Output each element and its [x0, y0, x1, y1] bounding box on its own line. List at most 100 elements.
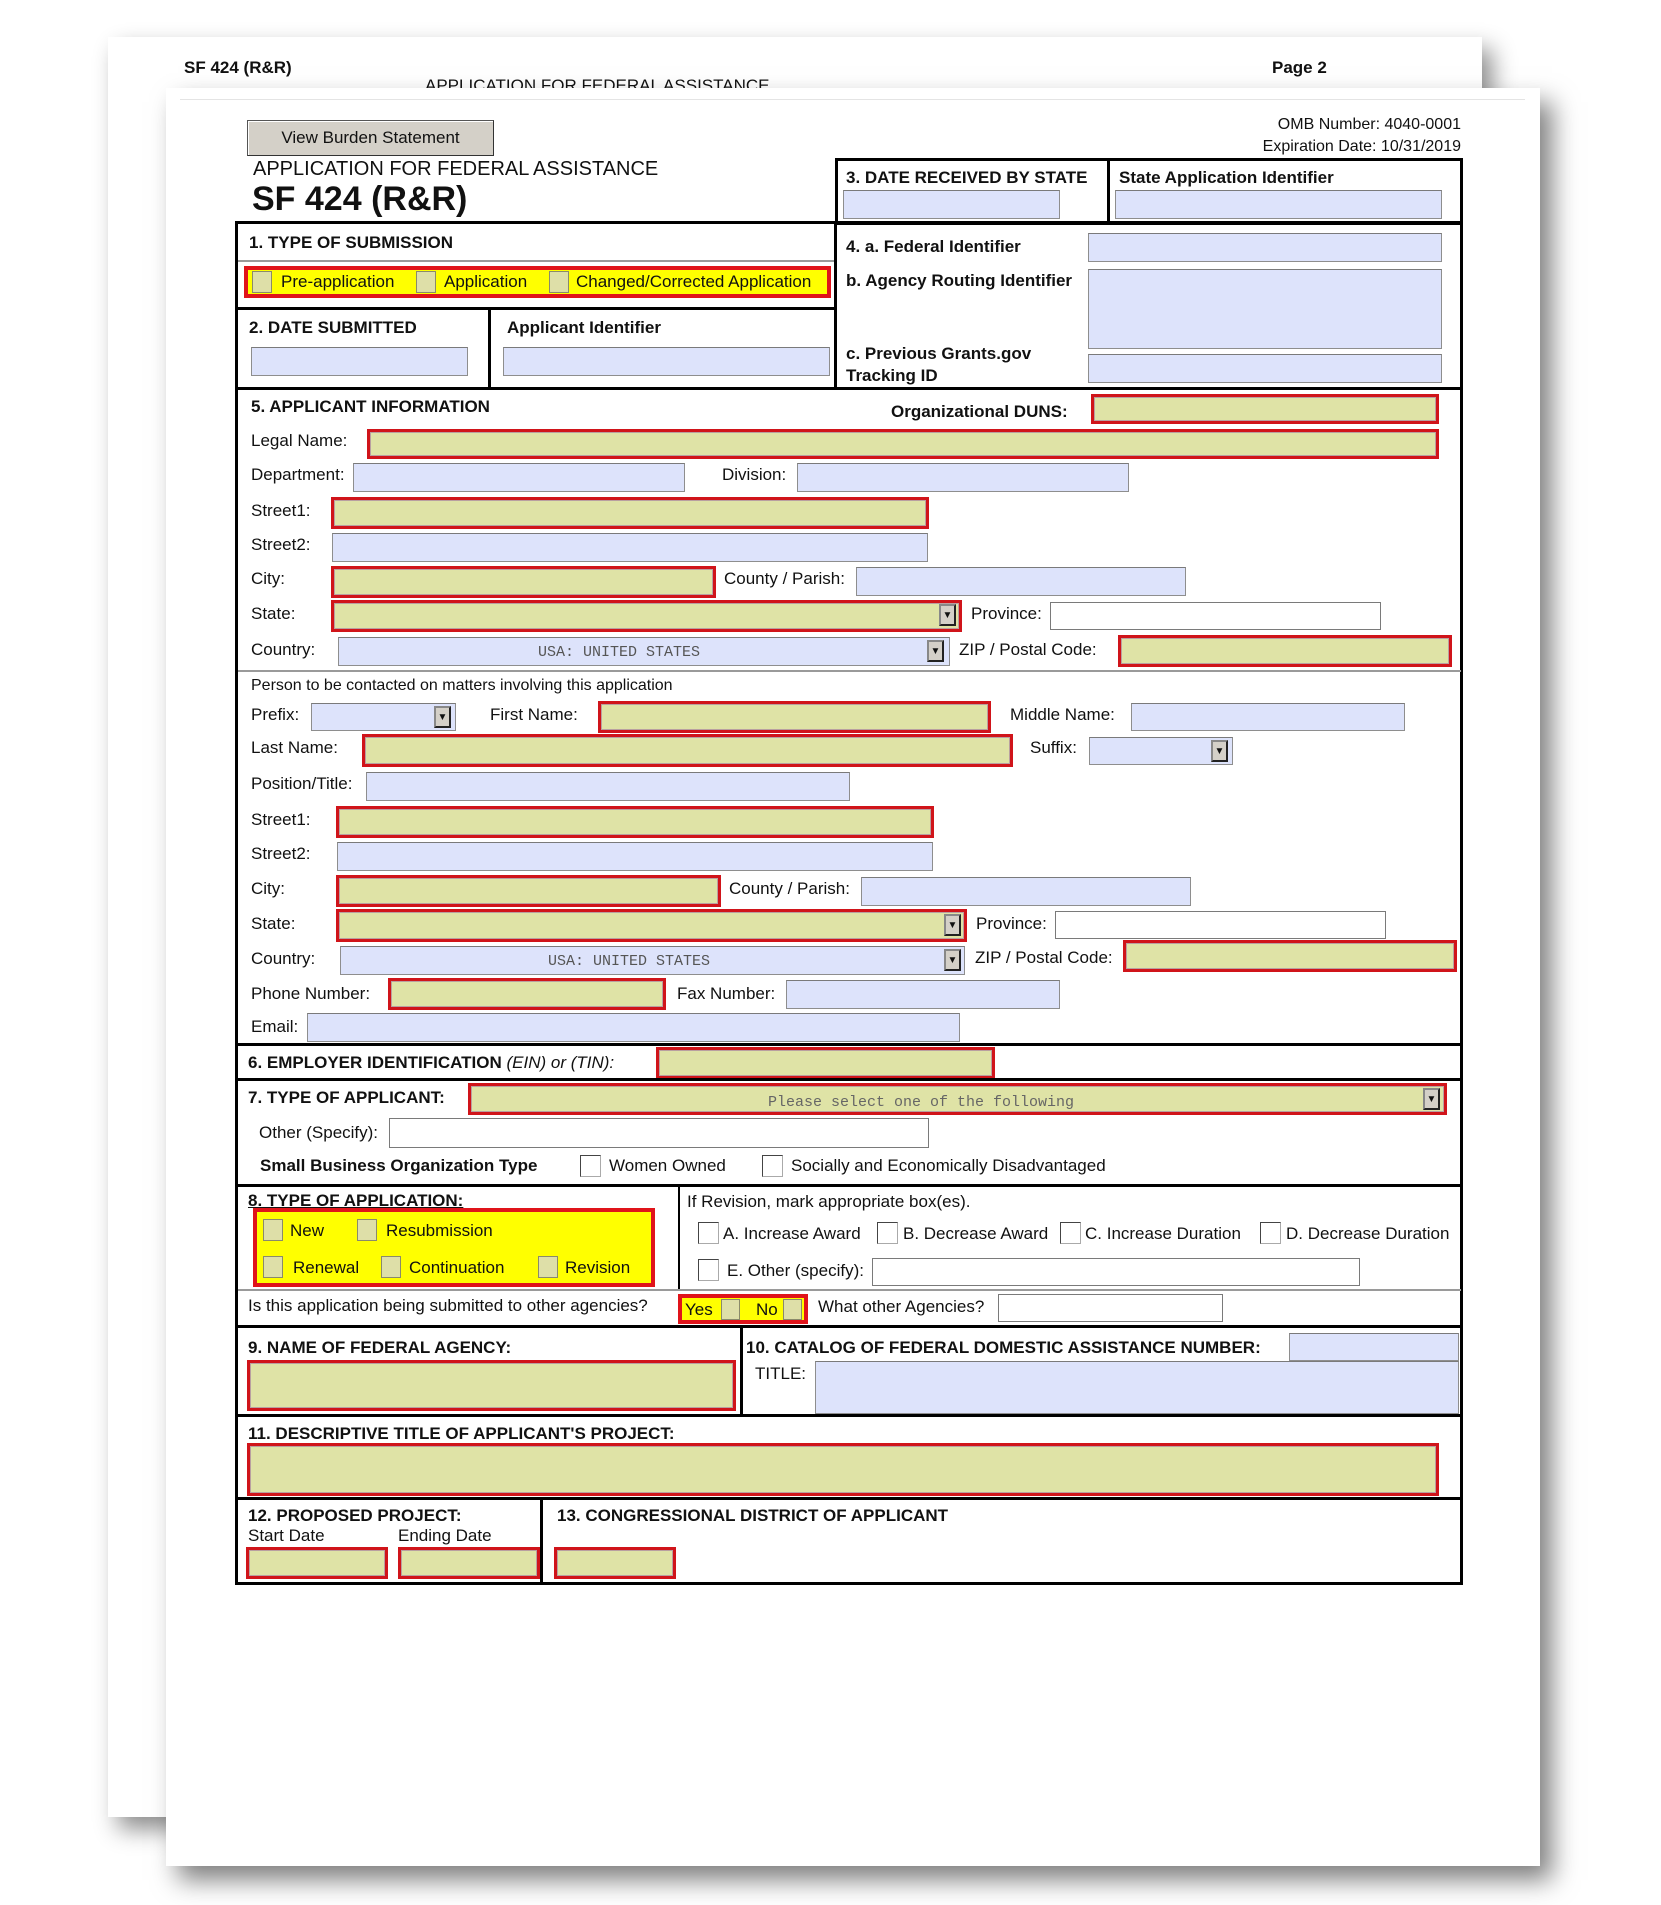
- continuation-checkbox[interactable]: [381, 1256, 401, 1278]
- first-name-field[interactable]: [598, 701, 991, 733]
- suffix-label: Suffix:: [1030, 738, 1077, 757]
- revision-heading: If Revision, mark appropriate box(es).: [687, 1192, 971, 1211]
- duns-field[interactable]: [1091, 394, 1439, 424]
- ein-field[interactable]: [656, 1047, 995, 1079]
- country-value: USA: UNITED STATES: [538, 644, 701, 661]
- section-11-top-rule: [236, 1414, 1463, 1417]
- state-dropdown-arrow-icon[interactable]: ▼: [939, 604, 956, 626]
- prev-tracking-field[interactable]: [1088, 354, 1442, 383]
- contact-county-field[interactable]: [861, 877, 1191, 906]
- suffix-dropdown-arrow-icon[interactable]: ▼: [1211, 740, 1228, 762]
- province-field[interactable]: [1050, 602, 1381, 630]
- state-app-id-label: State Application Identifier: [1119, 168, 1334, 187]
- section-2-divider: [488, 307, 491, 389]
- state-app-id-field[interactable]: [1115, 190, 1442, 219]
- congressional-district-field[interactable]: [554, 1547, 676, 1579]
- legal-name-field[interactable]: [367, 429, 1439, 459]
- increase-award-checkbox[interactable]: [698, 1222, 719, 1244]
- start-date-field[interactable]: [246, 1547, 388, 1579]
- new-checkbox[interactable]: [263, 1219, 283, 1241]
- continuation-label: Continuation: [409, 1258, 505, 1277]
- section-12-13-divider: [540, 1497, 543, 1584]
- contact-country-label: Country:: [251, 949, 316, 968]
- changed-corrected-checkbox[interactable]: [549, 271, 569, 293]
- department-field[interactable]: [353, 463, 685, 492]
- other-revision-checkbox[interactable]: [698, 1259, 719, 1281]
- applicant-type-dropdown-arrow-icon[interactable]: ▼: [1423, 1088, 1440, 1110]
- start-date-label: Start Date: [248, 1526, 325, 1545]
- zip-field[interactable]: [1118, 635, 1452, 667]
- revision-label: Revision: [565, 1258, 631, 1277]
- county-field[interactable]: [856, 567, 1186, 596]
- date-received-label: 3. DATE RECEIVED BY STATE: [846, 168, 1088, 187]
- state-select[interactable]: [331, 600, 962, 632]
- new-label: New: [290, 1221, 325, 1240]
- position-title-label: Position/Title:: [251, 774, 353, 793]
- phone-field[interactable]: [388, 978, 666, 1010]
- contact-city-field[interactable]: [336, 875, 721, 907]
- date-received-field[interactable]: [843, 190, 1060, 219]
- federal-agency-field[interactable]: [247, 1360, 736, 1411]
- other-revision-field[interactable]: [872, 1258, 1360, 1286]
- increase-duration-checkbox[interactable]: [1060, 1222, 1081, 1244]
- view-burden-statement-button[interactable]: View Burden Statement: [247, 120, 494, 156]
- app-title: APPLICATION FOR FEDERAL ASSISTANCE: [253, 158, 659, 180]
- resubmission-label: Resubmission: [386, 1221, 493, 1240]
- street2-label: Street2:: [251, 535, 311, 554]
- application-checkbox[interactable]: [416, 271, 436, 293]
- what-agencies-field[interactable]: [998, 1294, 1223, 1322]
- project-title-field[interactable]: [247, 1443, 1439, 1496]
- contact-zip-field[interactable]: [1123, 940, 1457, 972]
- street2-field[interactable]: [332, 533, 928, 562]
- yes-checkbox[interactable]: [721, 1299, 740, 1320]
- page-top-rule: [180, 99, 1525, 100]
- position-title-field[interactable]: [366, 772, 850, 801]
- pre-application-checkbox[interactable]: [252, 271, 272, 293]
- contact-state-label: State:: [251, 914, 296, 933]
- no-checkbox[interactable]: [783, 1299, 802, 1320]
- country-dropdown-arrow-icon[interactable]: ▼: [927, 640, 944, 662]
- renewal-label: Renewal: [293, 1258, 360, 1277]
- cfda-title-field[interactable]: [815, 1361, 1459, 1414]
- agency-routing-label: b. Agency Routing Identifier: [846, 271, 1073, 290]
- city-field[interactable]: [331, 566, 716, 598]
- cfda-title-label: TITLE:: [755, 1364, 807, 1383]
- cfda-number-field[interactable]: [1289, 1333, 1459, 1361]
- date-submitted-field[interactable]: [251, 347, 468, 376]
- other-agencies-rule: [238, 1289, 1461, 1291]
- federal-identifier-field[interactable]: [1088, 233, 1442, 262]
- women-owned-checkbox[interactable]: [580, 1155, 601, 1177]
- contact-street1-field[interactable]: [336, 806, 934, 838]
- revision-checkbox[interactable]: [538, 1256, 558, 1278]
- legal-name-label: Legal Name:: [251, 431, 348, 450]
- agency-routing-field[interactable]: [1088, 269, 1442, 349]
- prefix-dropdown-arrow-icon[interactable]: ▼: [434, 706, 451, 728]
- date-submitted-label: 2. DATE SUBMITTED: [249, 318, 417, 337]
- contact-country-dropdown-arrow-icon[interactable]: ▼: [944, 949, 961, 971]
- contact-county-label: County / Parish:: [729, 879, 850, 898]
- fax-field[interactable]: [786, 980, 1060, 1009]
- last-name-field[interactable]: [362, 734, 1013, 767]
- section-12-label: 12. PROPOSED PROJECT:: [248, 1506, 462, 1525]
- decrease-award-checkbox[interactable]: [877, 1222, 898, 1244]
- contact-state-select[interactable]: [336, 909, 967, 942]
- renewal-checkbox[interactable]: [263, 1256, 283, 1278]
- division-field[interactable]: [797, 463, 1129, 492]
- resubmission-checkbox[interactable]: [357, 1219, 377, 1241]
- no-label: No: [756, 1300, 778, 1319]
- section-6-label: 6. EMPLOYER IDENTIFICATION (EIN) or (TIN…: [248, 1053, 614, 1073]
- left-right-column-divider: [834, 221, 837, 389]
- other-specify-field[interactable]: [389, 1118, 929, 1148]
- decrease-duration-checkbox[interactable]: [1260, 1222, 1281, 1244]
- disadvantaged-checkbox[interactable]: [762, 1155, 783, 1177]
- street1-field[interactable]: [331, 497, 929, 529]
- end-date-field[interactable]: [398, 1547, 540, 1579]
- applicant-identifier-label: Applicant Identifier: [507, 318, 661, 337]
- contact-street2-field[interactable]: [337, 842, 933, 871]
- contact-province-field[interactable]: [1055, 911, 1386, 939]
- contact-state-dropdown-arrow-icon[interactable]: ▼: [944, 914, 961, 936]
- applicant-identifier-field[interactable]: [503, 347, 830, 376]
- middle-name-field[interactable]: [1131, 703, 1405, 731]
- applicant-type-placeholder: Please select one of the following: [768, 1094, 1075, 1111]
- email-field[interactable]: [307, 1013, 960, 1042]
